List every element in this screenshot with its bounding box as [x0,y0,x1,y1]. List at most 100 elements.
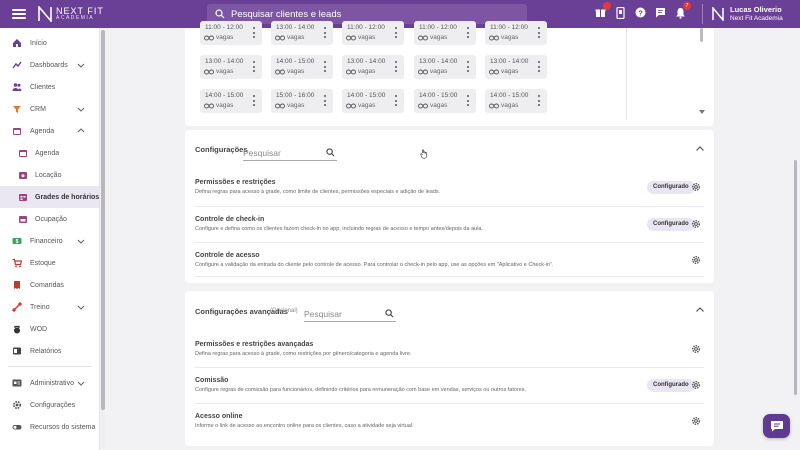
more-options-icon[interactable] [323,27,326,38]
schedule-slot[interactable]: 13:00 - 14:00 vagas [271,21,333,45]
sidebar-item-agenda-group[interactable]: Agenda [0,120,99,142]
sidebar-item-configuracoes[interactable]: Configurações [0,394,99,416]
schedule-slot[interactable]: 14:00 - 15:00 vagas [342,89,404,113]
row-description: Defina regras para acesso à grade, como … [195,351,412,357]
chart-icon [12,61,22,69]
gear-icon[interactable] [691,182,701,192]
scroll-down-arrow-icon[interactable] [699,110,705,115]
config-row-permissoes[interactable]: Permissões e restrições Defina regras pa… [195,179,704,199]
sidebar-item-wod[interactable]: WOD [0,318,99,340]
slot-vacancies: vagas [418,68,447,75]
sidebar-item-recursos-do-sistema[interactable]: Recursos do sistema [0,416,99,438]
sidebar-item-crm[interactable]: CRM [0,98,99,120]
schedule-slot[interactable]: 15:00 - 16:00 vagas [271,89,333,113]
sidebar-item-relatorios[interactable]: Relatórios [0,340,99,362]
schedule-slot[interactable]: 13:00 - 14:00 vagas [200,55,262,79]
sidebar-scrollbar-thumb[interactable] [101,30,105,410]
search-icon [385,309,394,318]
sidebar-item-agenda[interactable]: Agenda [0,142,99,164]
configured-button[interactable]: Configurado [647,218,695,231]
gear-icon[interactable] [691,416,701,426]
chevron-down-icon [77,305,85,310]
support-chat-button[interactable] [763,414,790,438]
more-options-icon[interactable] [323,95,326,106]
more-options-icon[interactable] [537,95,540,106]
advanced-row-permissoes[interactable]: Permissões e restrições avançadas Defina… [195,341,704,361]
tablet-icon[interactable] [614,6,627,19]
row-title: Comissão [195,377,229,384]
sidebar-item-label: Ocupação [35,215,67,223]
sidebar-item-financeiro[interactable]: $ Financeiro [0,230,99,252]
config-row-acesso[interactable]: Controle de acesso Configure a validação… [195,252,704,272]
sidebar-item-comandas[interactable]: Comandas [0,274,99,296]
configured-button[interactable]: Configurado [647,379,695,392]
sidebar-item-grades-de-horarios[interactable]: Grades de horários [0,186,99,208]
sidebar-item-estoque[interactable]: Estoque [0,252,99,274]
slot-time: 14:00 - 15:00 [419,92,458,99]
more-options-icon[interactable] [394,27,397,38]
gear-icon[interactable] [691,219,701,229]
advanced-row-acesso-online[interactable]: Acesso online Informe o link de acesso a… [195,413,704,433]
sidebar-item-ocupacao[interactable]: Ocupação [0,208,99,230]
chevron-up-icon[interactable] [695,305,705,315]
more-options-icon[interactable] [537,61,540,72]
sidebar-item-clientes[interactable]: Clientes [0,76,99,98]
svg-text:?: ? [638,8,643,17]
more-options-icon[interactable] [252,61,255,72]
sidebar-item-label: Grades de horários [35,193,100,201]
more-options-icon[interactable] [466,27,469,38]
logo[interactable]: NEXT FIT ACADEMIA [38,6,104,22]
sidebar-item-locacao[interactable]: Locação [0,164,99,186]
more-options-icon[interactable] [394,61,397,72]
gift-icon[interactable] [594,2,611,19]
config-row-checkin[interactable]: Controle de check-in Configure e defina … [195,216,704,236]
more-options-icon[interactable] [252,27,255,38]
sidebar-item-administrativo[interactable]: Administrativo [0,372,99,394]
chevron-up-icon[interactable] [695,144,705,154]
schedule-slot[interactable]: 14:00 - 15:00 vagas [200,89,262,113]
gear-icon[interactable] [691,255,701,265]
more-options-icon[interactable] [537,27,540,38]
main-scrollbar-thumb[interactable] [794,160,797,395]
report-icon [13,347,21,355]
more-options-icon[interactable] [466,95,469,106]
schedule-slot[interactable]: 13:00 - 14:00 vagas [485,55,547,79]
menu-icon[interactable] [12,9,26,19]
schedule-slot[interactable]: 13:00 - 14:00 vagas [414,55,476,79]
advanced-search-input[interactable]: Pesquisar [304,306,396,322]
grid-scrollbar-thumb[interactable] [700,28,703,42]
gear-icon[interactable] [691,344,701,354]
schedule-slot[interactable]: 11:00 - 12:00 vagas [414,21,476,45]
slot-vacancies: vagas [275,68,304,75]
user-logo-icon [712,7,724,21]
bell-icon[interactable]: 7 [674,2,691,19]
schedule-slot[interactable]: 11:00 - 12:00 vagas [342,21,404,45]
sidebar-item-treino[interactable]: Treino [0,296,99,318]
slot-vacancies: vagas [489,102,518,109]
schedule-slot[interactable]: 11:00 - 12:00 vagas [485,21,547,45]
sidebar-item-inicio[interactable]: Início [0,32,99,54]
schedule-slot[interactable]: 14:00 - 15:00 vagas [271,55,333,79]
infinity-icon [346,69,356,74]
more-options-icon[interactable] [252,95,255,106]
gear-icon [12,400,22,410]
infinity-icon [489,69,499,74]
configured-button[interactable]: Configurado [647,181,695,194]
chat-icon[interactable] [654,6,667,19]
advanced-row-comissao[interactable]: Comissão Configure regras de comissão pa… [195,377,704,397]
chat-bubble-icon [770,421,783,432]
more-options-icon[interactable] [323,61,326,72]
gear-icon[interactable] [691,380,701,390]
schedule-slot[interactable]: 14:00 - 15:00 vagas [414,89,476,113]
more-options-icon[interactable] [466,61,469,72]
sidebar-item-dashboards[interactable]: Dashboards [0,54,99,76]
user-menu[interactable]: Lucas Oliverio Next Fit Academia [712,5,783,23]
config-search-input[interactable]: Pesquisar [243,145,337,161]
sidebar-item-label: Estoque [30,259,56,267]
more-options-icon[interactable] [394,95,397,106]
schedule-slot[interactable]: 14:00 - 15:00 vagas [485,89,547,113]
schedule-slot[interactable]: 13:00 - 14:00 vagas [342,55,404,79]
help-icon[interactable]: ? [634,6,647,19]
sidebar-item-label: Início [30,39,47,47]
schedule-slot[interactable]: 11:00 - 12:00 vagas [200,21,262,45]
